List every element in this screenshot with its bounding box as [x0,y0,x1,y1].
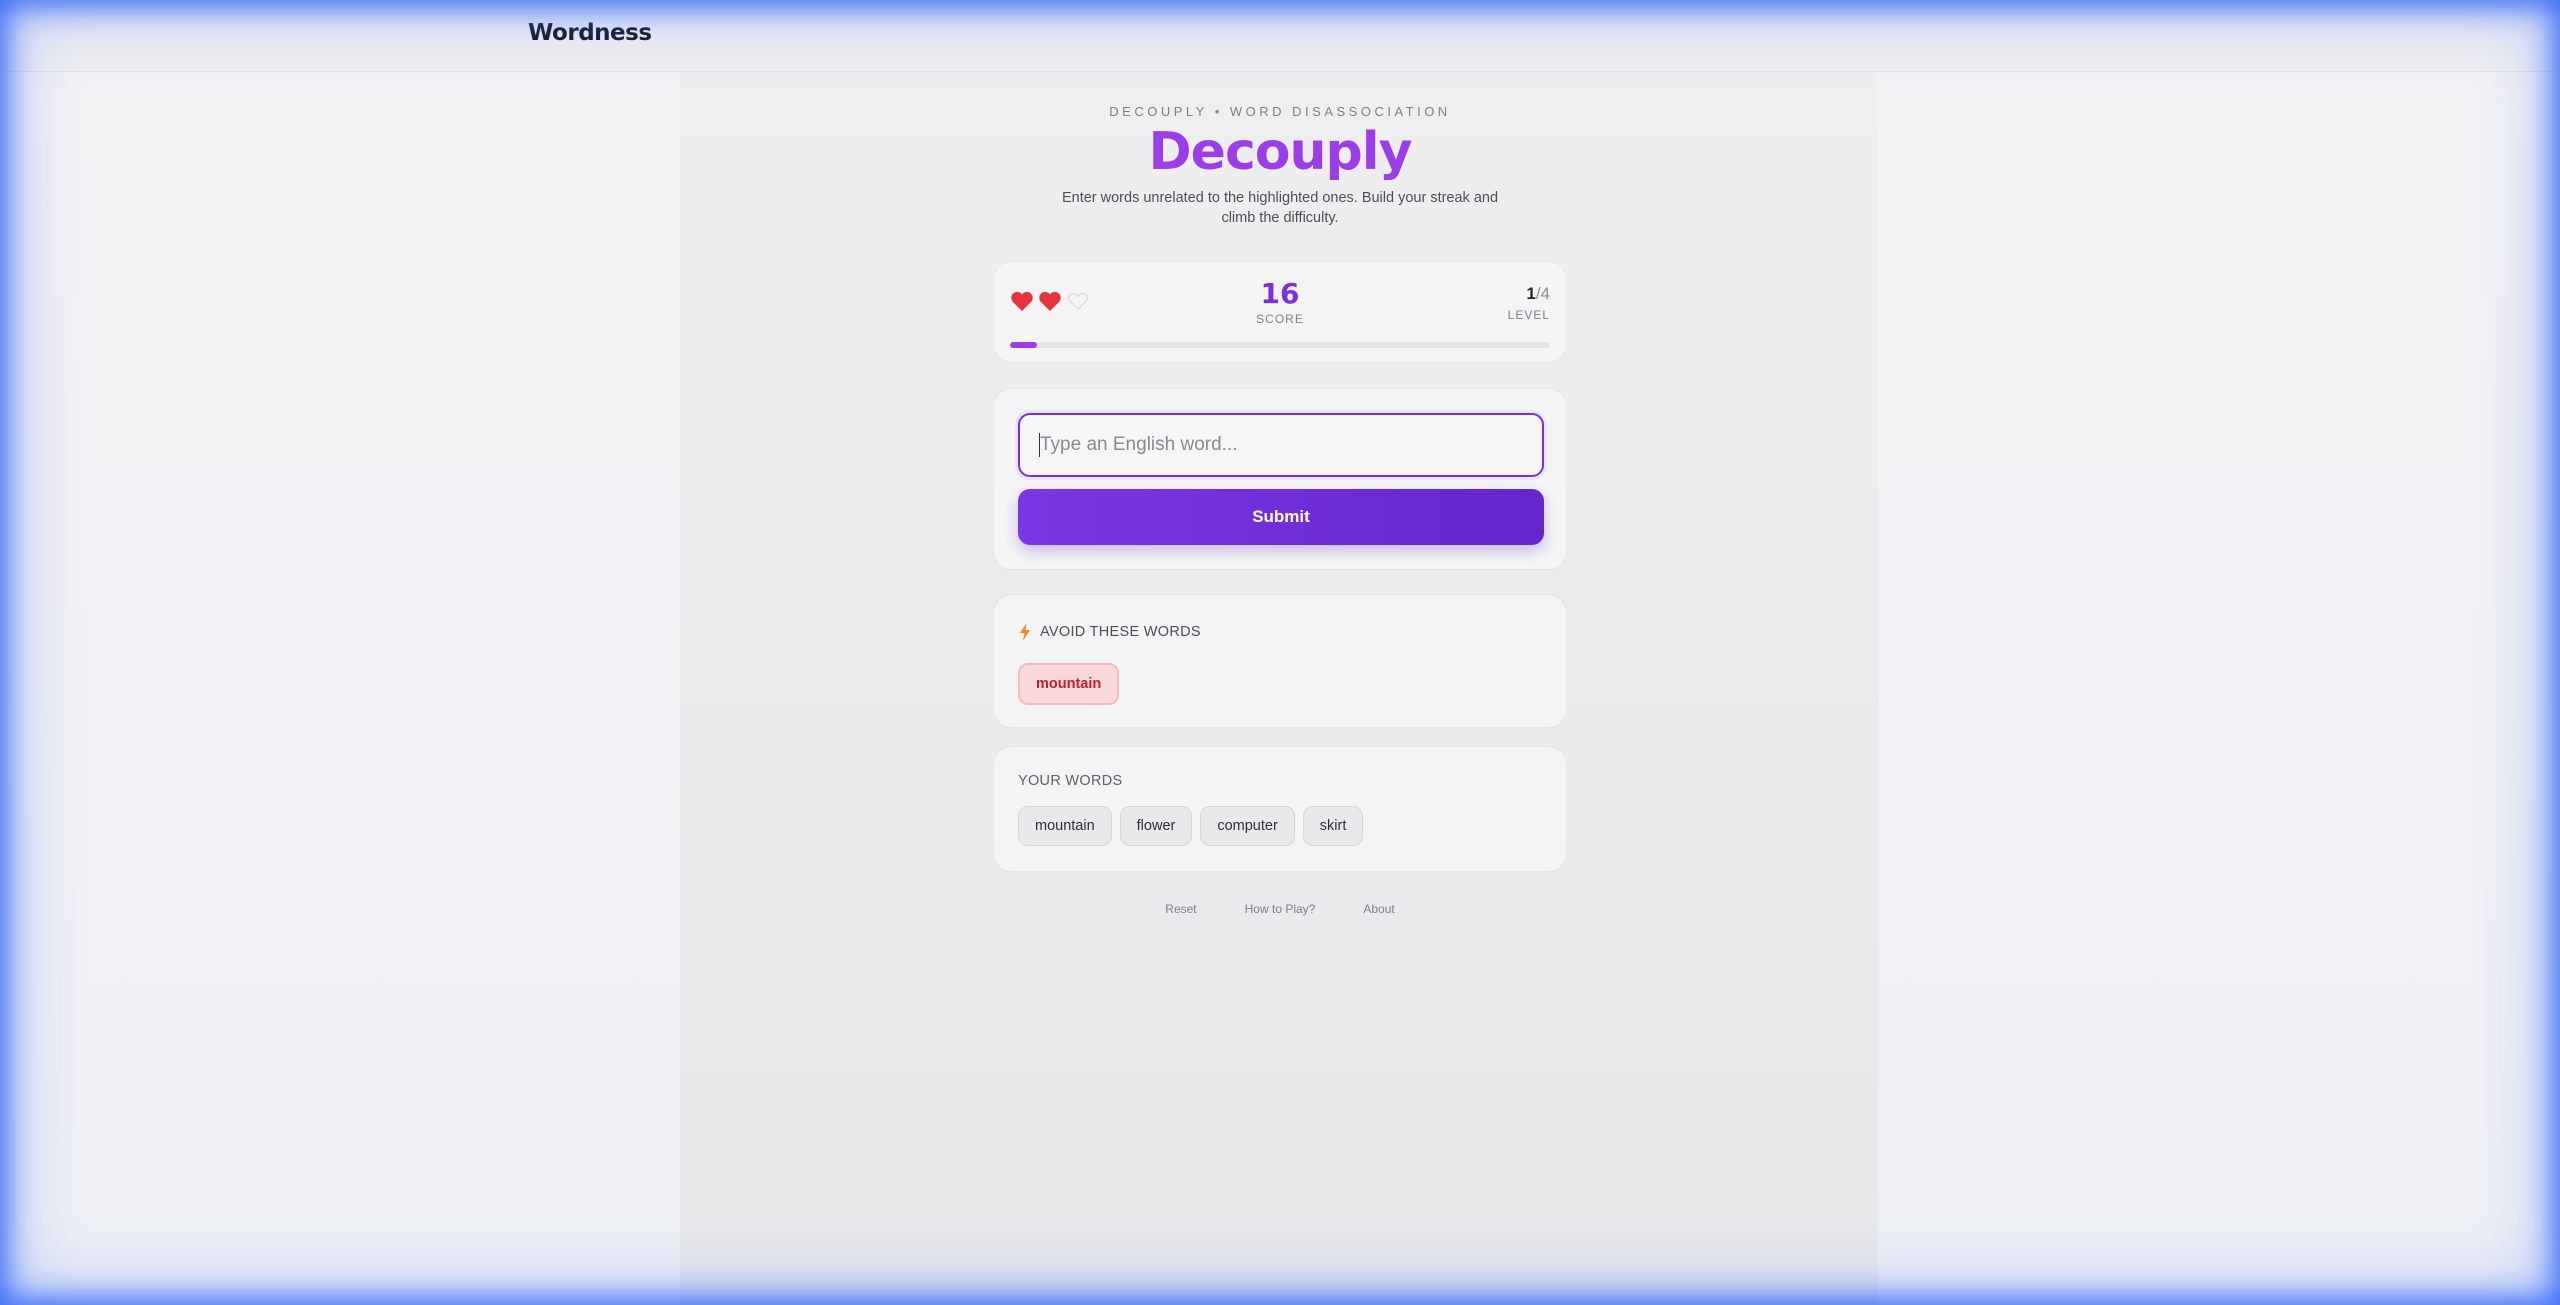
score-label: SCORE [1256,312,1304,326]
footer-nav: Reset How to Play? About [0,902,2560,916]
word-chip: mountain [1018,806,1112,846]
game-title: Decouply [1148,122,1413,182]
avoid-word-chip: mountain [1018,663,1120,705]
score-display: 16 SCORE [994,277,1566,327]
level-label: LEVEL [1507,308,1550,322]
submit-button[interactable]: Submit [1018,489,1544,545]
stats-card: 16 SCORE 1/4 LEVEL [993,261,1567,363]
reset-link[interactable]: Reset [1165,902,1196,916]
top-header: Wordness [0,0,2560,72]
game-subtitle: Enter words unrelated to the highlighted… [1061,190,1499,226]
level-display: 1/4 LEVEL [1508,284,1550,322]
word-input[interactable] [1018,413,1544,477]
level-progress-fill [1010,342,1037,348]
about-link[interactable]: About [1363,902,1394,916]
level-current: 1 [1526,284,1536,303]
level-total: /4 [1535,284,1550,303]
level-progress-bar [1010,342,1550,348]
right-gutter [1878,72,2560,1305]
avoid-header: AVOID THESE WORDS [1018,623,1201,641]
text-caret [1039,433,1040,457]
word-chip: skirt [1302,806,1364,846]
brand-logo[interactable]: Wordness [528,20,652,46]
word-chip: flower [1119,806,1193,846]
avoid-words-card: AVOID THESE WORDS mountain [993,594,1567,728]
avoid-label: AVOID THESE WORDS [1040,624,1201,640]
how-to-play-link[interactable]: How to Play? [1245,902,1316,916]
your-words-card: YOUR WORDS mountain flower computer skir… [993,746,1567,872]
word-entry-card: Submit [993,388,1567,570]
your-words-label: YOUR WORDS [1018,773,1123,789]
your-words-list: mountain flower computer skirt [1018,806,1364,846]
game-kicker: DECOUPLY • WORD DISASSOCIATION [1109,104,1451,119]
lightning-icon [1020,623,1030,641]
score-value: 16 [1260,277,1300,310]
word-chip: computer [1200,806,1295,846]
left-gutter [0,72,680,1305]
